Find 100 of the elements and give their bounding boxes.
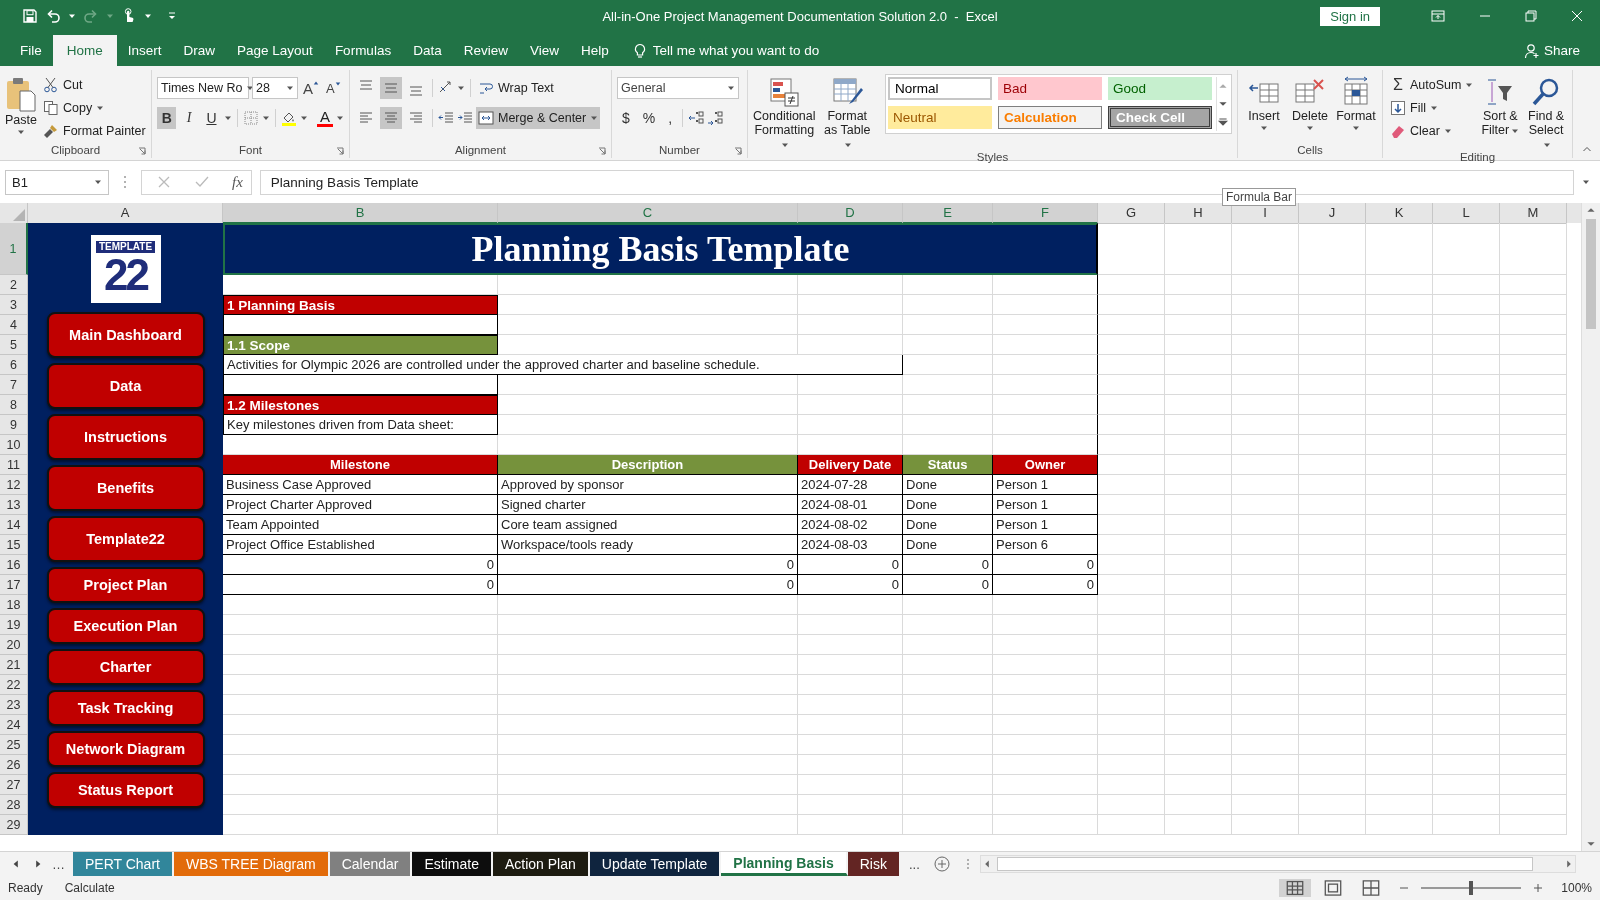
- more-sheets-button[interactable]: …: [44, 852, 73, 876]
- cut-button[interactable]: Cut: [41, 74, 148, 95]
- column-header[interactable]: F: [993, 203, 1098, 224]
- format-as-table-button[interactable]: Format as Table: [819, 74, 875, 151]
- row-header[interactable]: 7: [0, 375, 28, 395]
- font-style-button[interactable]: B: [157, 107, 177, 129]
- close-icon[interactable]: [1571, 10, 1583, 22]
- caret-icon[interactable]: [336, 114, 344, 122]
- ribbon-tab[interactable]: Home: [52, 35, 117, 66]
- column-header[interactable]: G: [1098, 203, 1165, 224]
- scrollbar-thumb[interactable]: [996, 857, 1533, 871]
- column-header[interactable]: L: [1433, 203, 1500, 224]
- normal-view-icon[interactable]: [1279, 879, 1312, 897]
- shrink-font-button[interactable]: A: [324, 80, 343, 96]
- ribbon-tab[interactable]: Draw: [172, 35, 227, 66]
- row-header[interactable]: 12: [0, 475, 28, 495]
- navigation-button[interactable]: Benefits: [46, 465, 205, 511]
- cell-style-option[interactable]: Good: [1108, 77, 1212, 100]
- dialog-launcher-icon[interactable]: [336, 147, 344, 155]
- font-style-button[interactable]: I: [179, 107, 199, 129]
- sheet-tab[interactable]: Planning Basis: [721, 852, 848, 876]
- caret-icon[interactable]: [144, 12, 152, 20]
- font-style-button[interactable]: U: [201, 107, 222, 129]
- sign-in-button[interactable]: Sign in: [1320, 6, 1380, 26]
- navigation-button[interactable]: Charter: [46, 649, 205, 685]
- row-header[interactable]: 14: [0, 515, 28, 535]
- ribbon-tab[interactable]: Help: [569, 35, 620, 66]
- decrease-indent-icon[interactable]: [438, 110, 454, 126]
- column-header[interactable]: K: [1366, 203, 1433, 224]
- cell-style-option[interactable]: Normal: [888, 77, 992, 100]
- caret-icon[interactable]: [68, 12, 76, 20]
- caret-icon[interactable]: [299, 114, 308, 122]
- paste-button[interactable]: Paste: [5, 74, 37, 142]
- cells-insert-button[interactable]: Insert: [1243, 74, 1285, 142]
- navigation-button[interactable]: Data: [46, 363, 205, 409]
- sheet-tab[interactable]: Risk: [847, 852, 901, 876]
- sort-filter-button[interactable]: Sort & Filter: [1479, 74, 1522, 151]
- increase-decimal-icon[interactable]: [688, 110, 705, 126]
- vertical-scrollbar[interactable]: [1581, 203, 1600, 851]
- autosum-button[interactable]: Σ AutoSum: [1388, 74, 1476, 95]
- column-header[interactable]: J: [1299, 203, 1366, 224]
- navigation-button[interactable]: Status Report: [46, 772, 205, 808]
- wrap-text-button[interactable]: Wrap Text: [476, 77, 556, 99]
- format-painter-button[interactable]: Format Painter: [41, 120, 148, 141]
- number-style-button[interactable]: ,: [663, 110, 678, 126]
- font-color-button[interactable]: A: [316, 109, 333, 127]
- row-header[interactable]: 3: [0, 295, 28, 315]
- row-header[interactable]: 13: [0, 495, 28, 515]
- navigation-button[interactable]: Task Tracking: [46, 690, 205, 726]
- ribbon-display-icon[interactable]: [1431, 10, 1445, 22]
- name-box[interactable]: B1: [5, 169, 109, 195]
- font-name-field[interactable]: Times New Ro: [157, 77, 249, 99]
- dialog-launcher-icon[interactable]: [138, 147, 146, 155]
- navigation-button[interactable]: Project Plan: [46, 567, 205, 603]
- column-header[interactable]: M: [1500, 203, 1567, 224]
- grow-font-button[interactable]: A: [301, 79, 321, 97]
- row-header[interactable]: 6: [0, 355, 28, 375]
- navigation-button[interactable]: Execution Plan: [46, 608, 205, 644]
- ribbon-tab[interactable]: Review: [452, 35, 519, 66]
- scrollbar-thumb[interactable]: [1586, 219, 1596, 329]
- zoom-slider-thumb[interactable]: [1469, 881, 1474, 895]
- ribbon-tab[interactable]: Insert: [116, 35, 173, 66]
- caret-icon[interactable]: [262, 114, 271, 122]
- expand-formula-bar-icon[interactable]: [1582, 178, 1590, 186]
- ribbon-tab[interactable]: Page Layout: [226, 35, 324, 66]
- row-header[interactable]: 5: [0, 335, 28, 355]
- cells-format-button[interactable]: Format: [1335, 74, 1377, 142]
- splitter-handle-icon[interactable]: [965, 857, 970, 871]
- fill-button[interactable]: Fill: [1388, 97, 1476, 118]
- copy-button[interactable]: Copy: [41, 97, 148, 118]
- tell-me-search[interactable]: Tell me what you want to do: [619, 35, 820, 66]
- navigation-button[interactable]: Main Dashboard: [46, 312, 205, 358]
- restore-icon[interactable]: [1525, 10, 1537, 22]
- row-header[interactable]: 2: [0, 275, 28, 295]
- row-header[interactable]: 28: [0, 795, 28, 815]
- conditional-formatting-button[interactable]: Conditional Formatting: [753, 74, 816, 151]
- navigation-button[interactable]: Instructions: [46, 414, 205, 460]
- ribbon-tab[interactable]: View: [518, 35, 570, 66]
- row-header[interactable]: 4: [0, 315, 28, 335]
- cell-style-option[interactable]: Neutral: [888, 106, 992, 129]
- ribbon-tab[interactable]: Data: [402, 35, 453, 66]
- number-format-field[interactable]: General: [617, 77, 739, 99]
- row-header[interactable]: 9: [0, 415, 28, 435]
- row-header[interactable]: 11: [0, 455, 28, 475]
- column-header[interactable]: C: [498, 203, 798, 224]
- row-header[interactable]: 8: [0, 395, 28, 415]
- merge-center-button[interactable]: Merge & Center: [476, 107, 601, 129]
- row-header[interactable]: 22: [0, 675, 28, 695]
- row-header[interactable]: 19: [0, 615, 28, 635]
- redo-icon[interactable]: [83, 8, 99, 24]
- new-sheet-icon[interactable]: [933, 856, 950, 872]
- caret-icon[interactable]: [457, 84, 465, 92]
- save-icon[interactable]: [22, 8, 38, 24]
- increase-indent-icon[interactable]: [457, 110, 473, 126]
- row-header[interactable]: 25: [0, 735, 28, 755]
- number-style-button[interactable]: %: [637, 110, 661, 126]
- sheet-tab[interactable]: PERT Chart: [73, 852, 174, 876]
- undo-icon[interactable]: [45, 8, 61, 24]
- more-sheets-button[interactable]: ...: [900, 852, 928, 876]
- row-header[interactable]: 23: [0, 695, 28, 715]
